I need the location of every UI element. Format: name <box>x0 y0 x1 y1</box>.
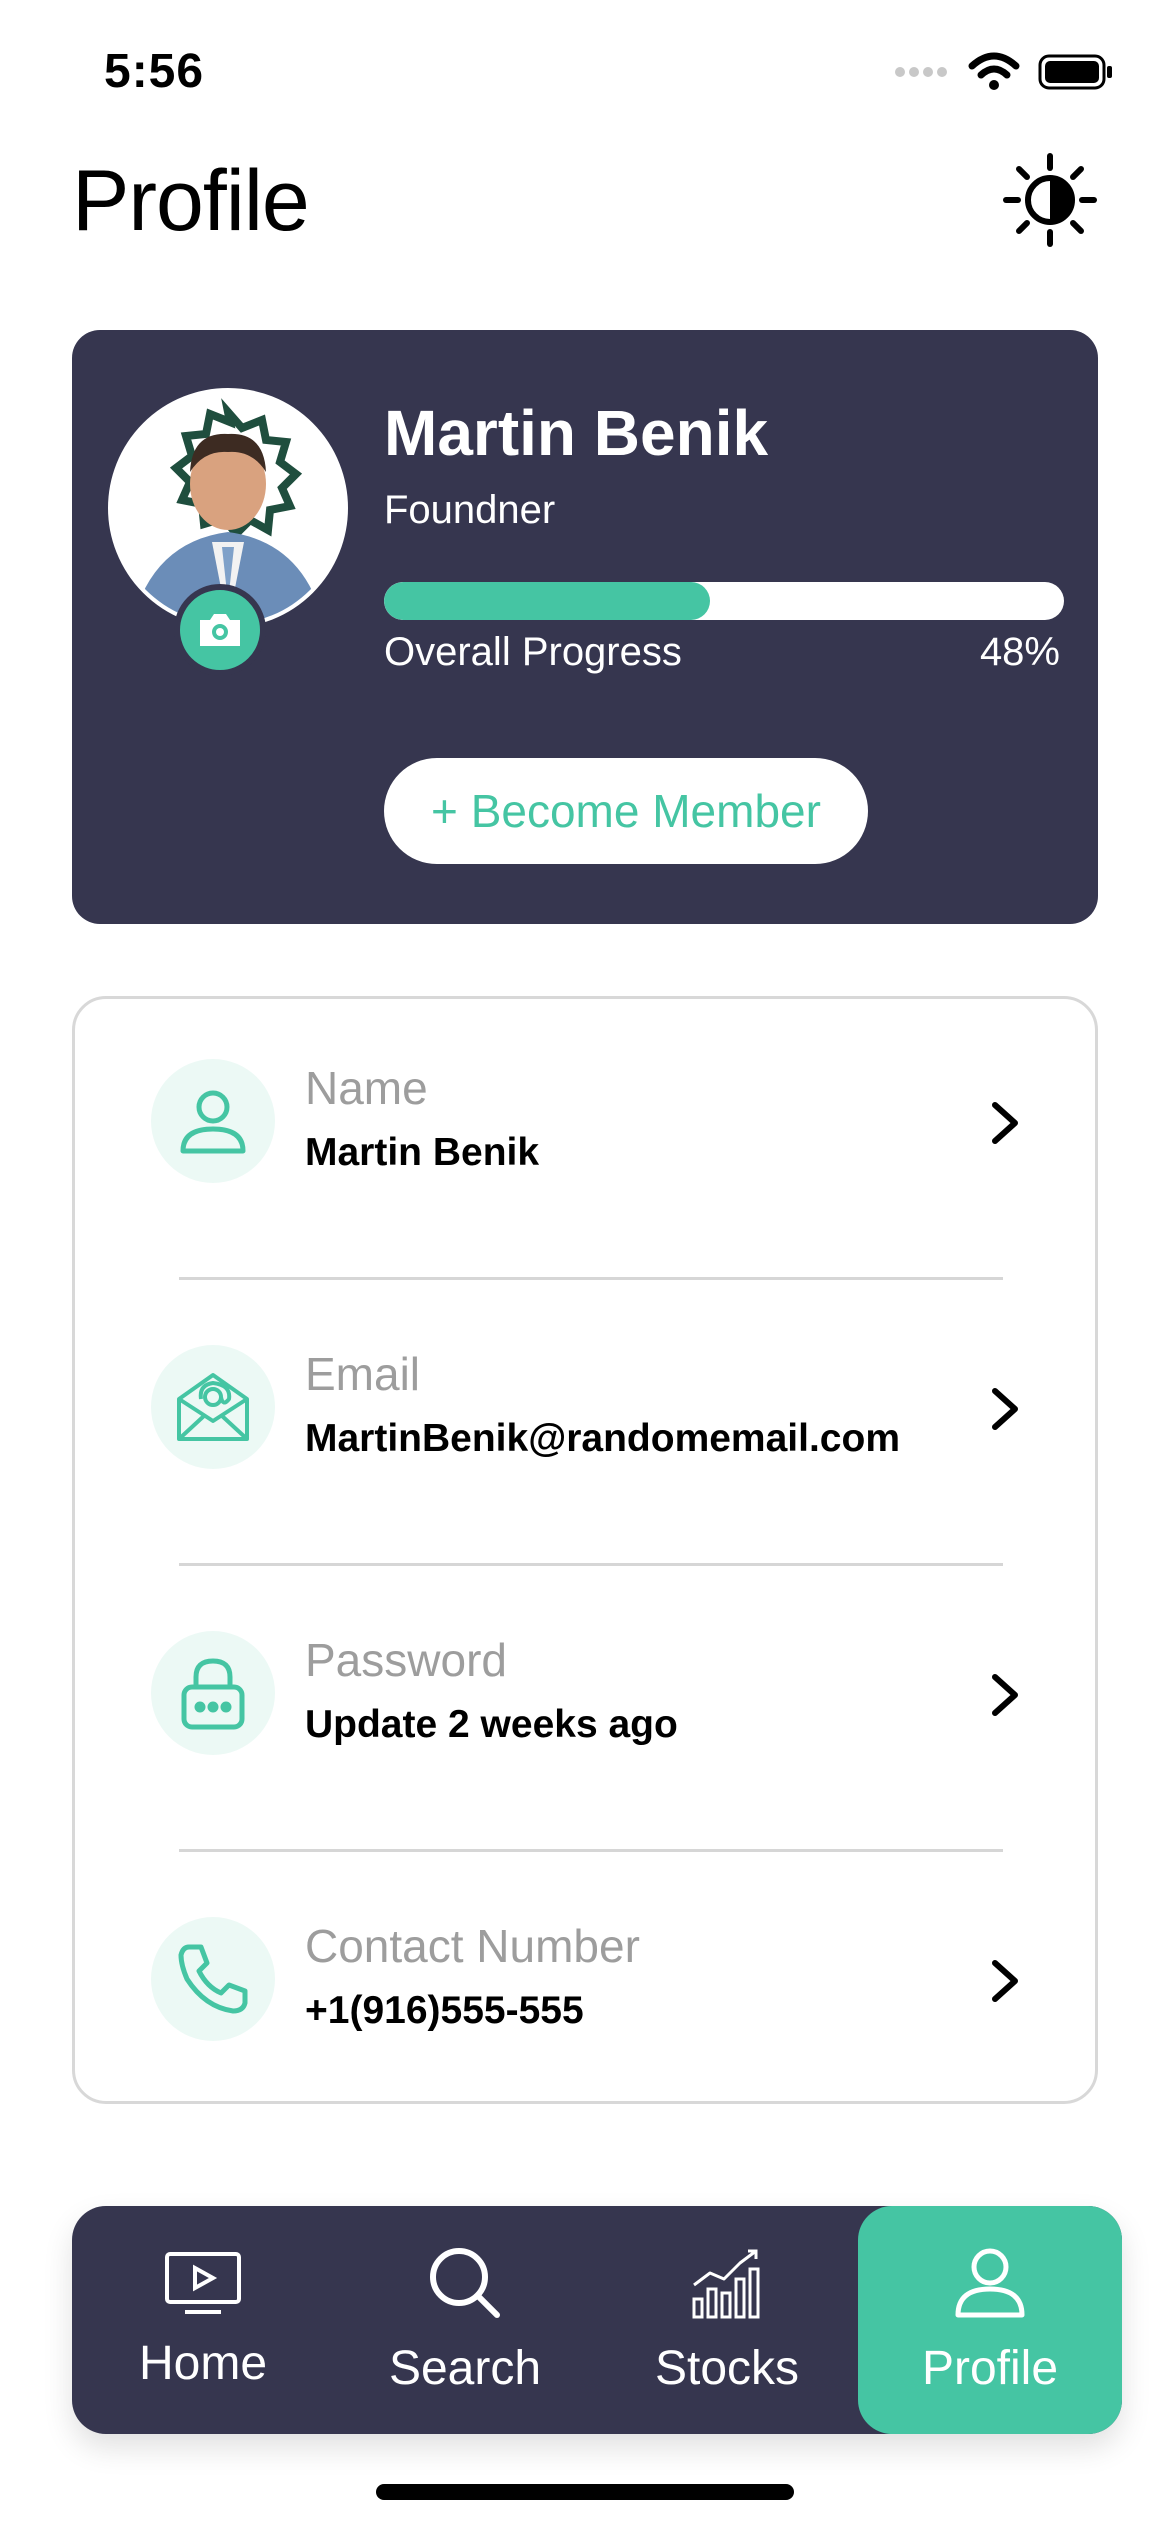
status-time: 5:56 <box>104 45 205 98</box>
chevron-right-icon <box>975 1665 1035 1725</box>
user-icon <box>955 2248 1025 2317</box>
battery-icon <box>1038 54 1112 90</box>
tab-label: Stocks <box>654 2341 800 2395</box>
mail-icon <box>151 1345 275 1469</box>
info-value: +1(916)555-555 <box>305 1989 584 2032</box>
search-icon <box>430 2247 500 2318</box>
divider <box>179 1563 1003 1566</box>
progress-value: 48% <box>979 630 1060 674</box>
signal-icon <box>895 67 947 77</box>
tv-icon <box>165 2251 241 2314</box>
divider <box>179 1277 1003 1280</box>
profile-role: Foundner <box>384 488 556 532</box>
chevron-right-icon <box>975 1379 1035 1439</box>
tab-label: Profile <box>921 2341 1059 2395</box>
profile-card: Martin Benik Foundner Overall Progress 4… <box>72 330 1098 924</box>
info-value: Martin Benik <box>305 1131 540 1174</box>
info-label: Name <box>305 1062 428 1114</box>
progress-label: Overall Progress <box>384 630 682 674</box>
home-indicator[interactable] <box>376 2484 794 2500</box>
user-icon <box>151 1059 275 1183</box>
change-photo-button[interactable] <box>174 584 266 676</box>
info-row-password[interactable]: Password Update 2 weeks ago <box>75 1571 1095 1771</box>
status-icons <box>894 52 1114 92</box>
become-member-button[interactable]: + Become Member <box>384 758 868 864</box>
camera-icon <box>200 614 240 646</box>
tab-stocks[interactable]: Stocks <box>596 2206 858 2434</box>
tab-profile[interactable]: Profile <box>858 2206 1122 2434</box>
page-title: Profile <box>72 153 310 249</box>
progress-bar-fill <box>384 582 711 620</box>
stocks-icon <box>692 2249 760 2318</box>
progress-bar <box>384 582 1064 620</box>
brightness-icon <box>1003 153 1097 247</box>
info-label: Contact Number <box>305 1920 640 1972</box>
phone-icon <box>151 1917 275 2041</box>
info-value: MartinBenik@randomemail.com <box>305 1417 900 1460</box>
info-label: Password <box>305 1634 507 1686</box>
wifi-icon <box>968 52 1020 90</box>
tab-search[interactable]: Search <box>334 2206 596 2434</box>
account-info-list: Name Martin Benik Email MartinBenik@rand… <box>72 996 1098 2104</box>
chevron-right-icon <box>975 1951 1035 2011</box>
tab-label: Search <box>388 2341 542 2395</box>
profile-name: Martin Benik <box>384 397 769 469</box>
tab-home[interactable]: Home <box>72 2206 334 2434</box>
lock-icon <box>151 1631 275 1755</box>
theme-toggle-button[interactable] <box>1000 150 1100 250</box>
chevron-right-icon <box>975 1093 1035 1153</box>
info-row-email[interactable]: Email MartinBenik@randomemail.com <box>75 1285 1095 1485</box>
info-value: Update 2 weeks ago <box>305 1703 678 1746</box>
tab-bar: Home Search Stocks Profile <box>72 2206 1122 2434</box>
avatar-container <box>108 388 348 676</box>
tab-label: Home <box>138 2336 268 2390</box>
info-row-contact-number[interactable]: Contact Number +1(916)555-555 <box>75 1857 1095 2057</box>
status-bar: 5:56 <box>0 0 1170 150</box>
info-label: Email <box>305 1348 421 1400</box>
info-row-name[interactable]: Name Martin Benik <box>75 999 1095 1199</box>
divider <box>179 1849 1003 1852</box>
